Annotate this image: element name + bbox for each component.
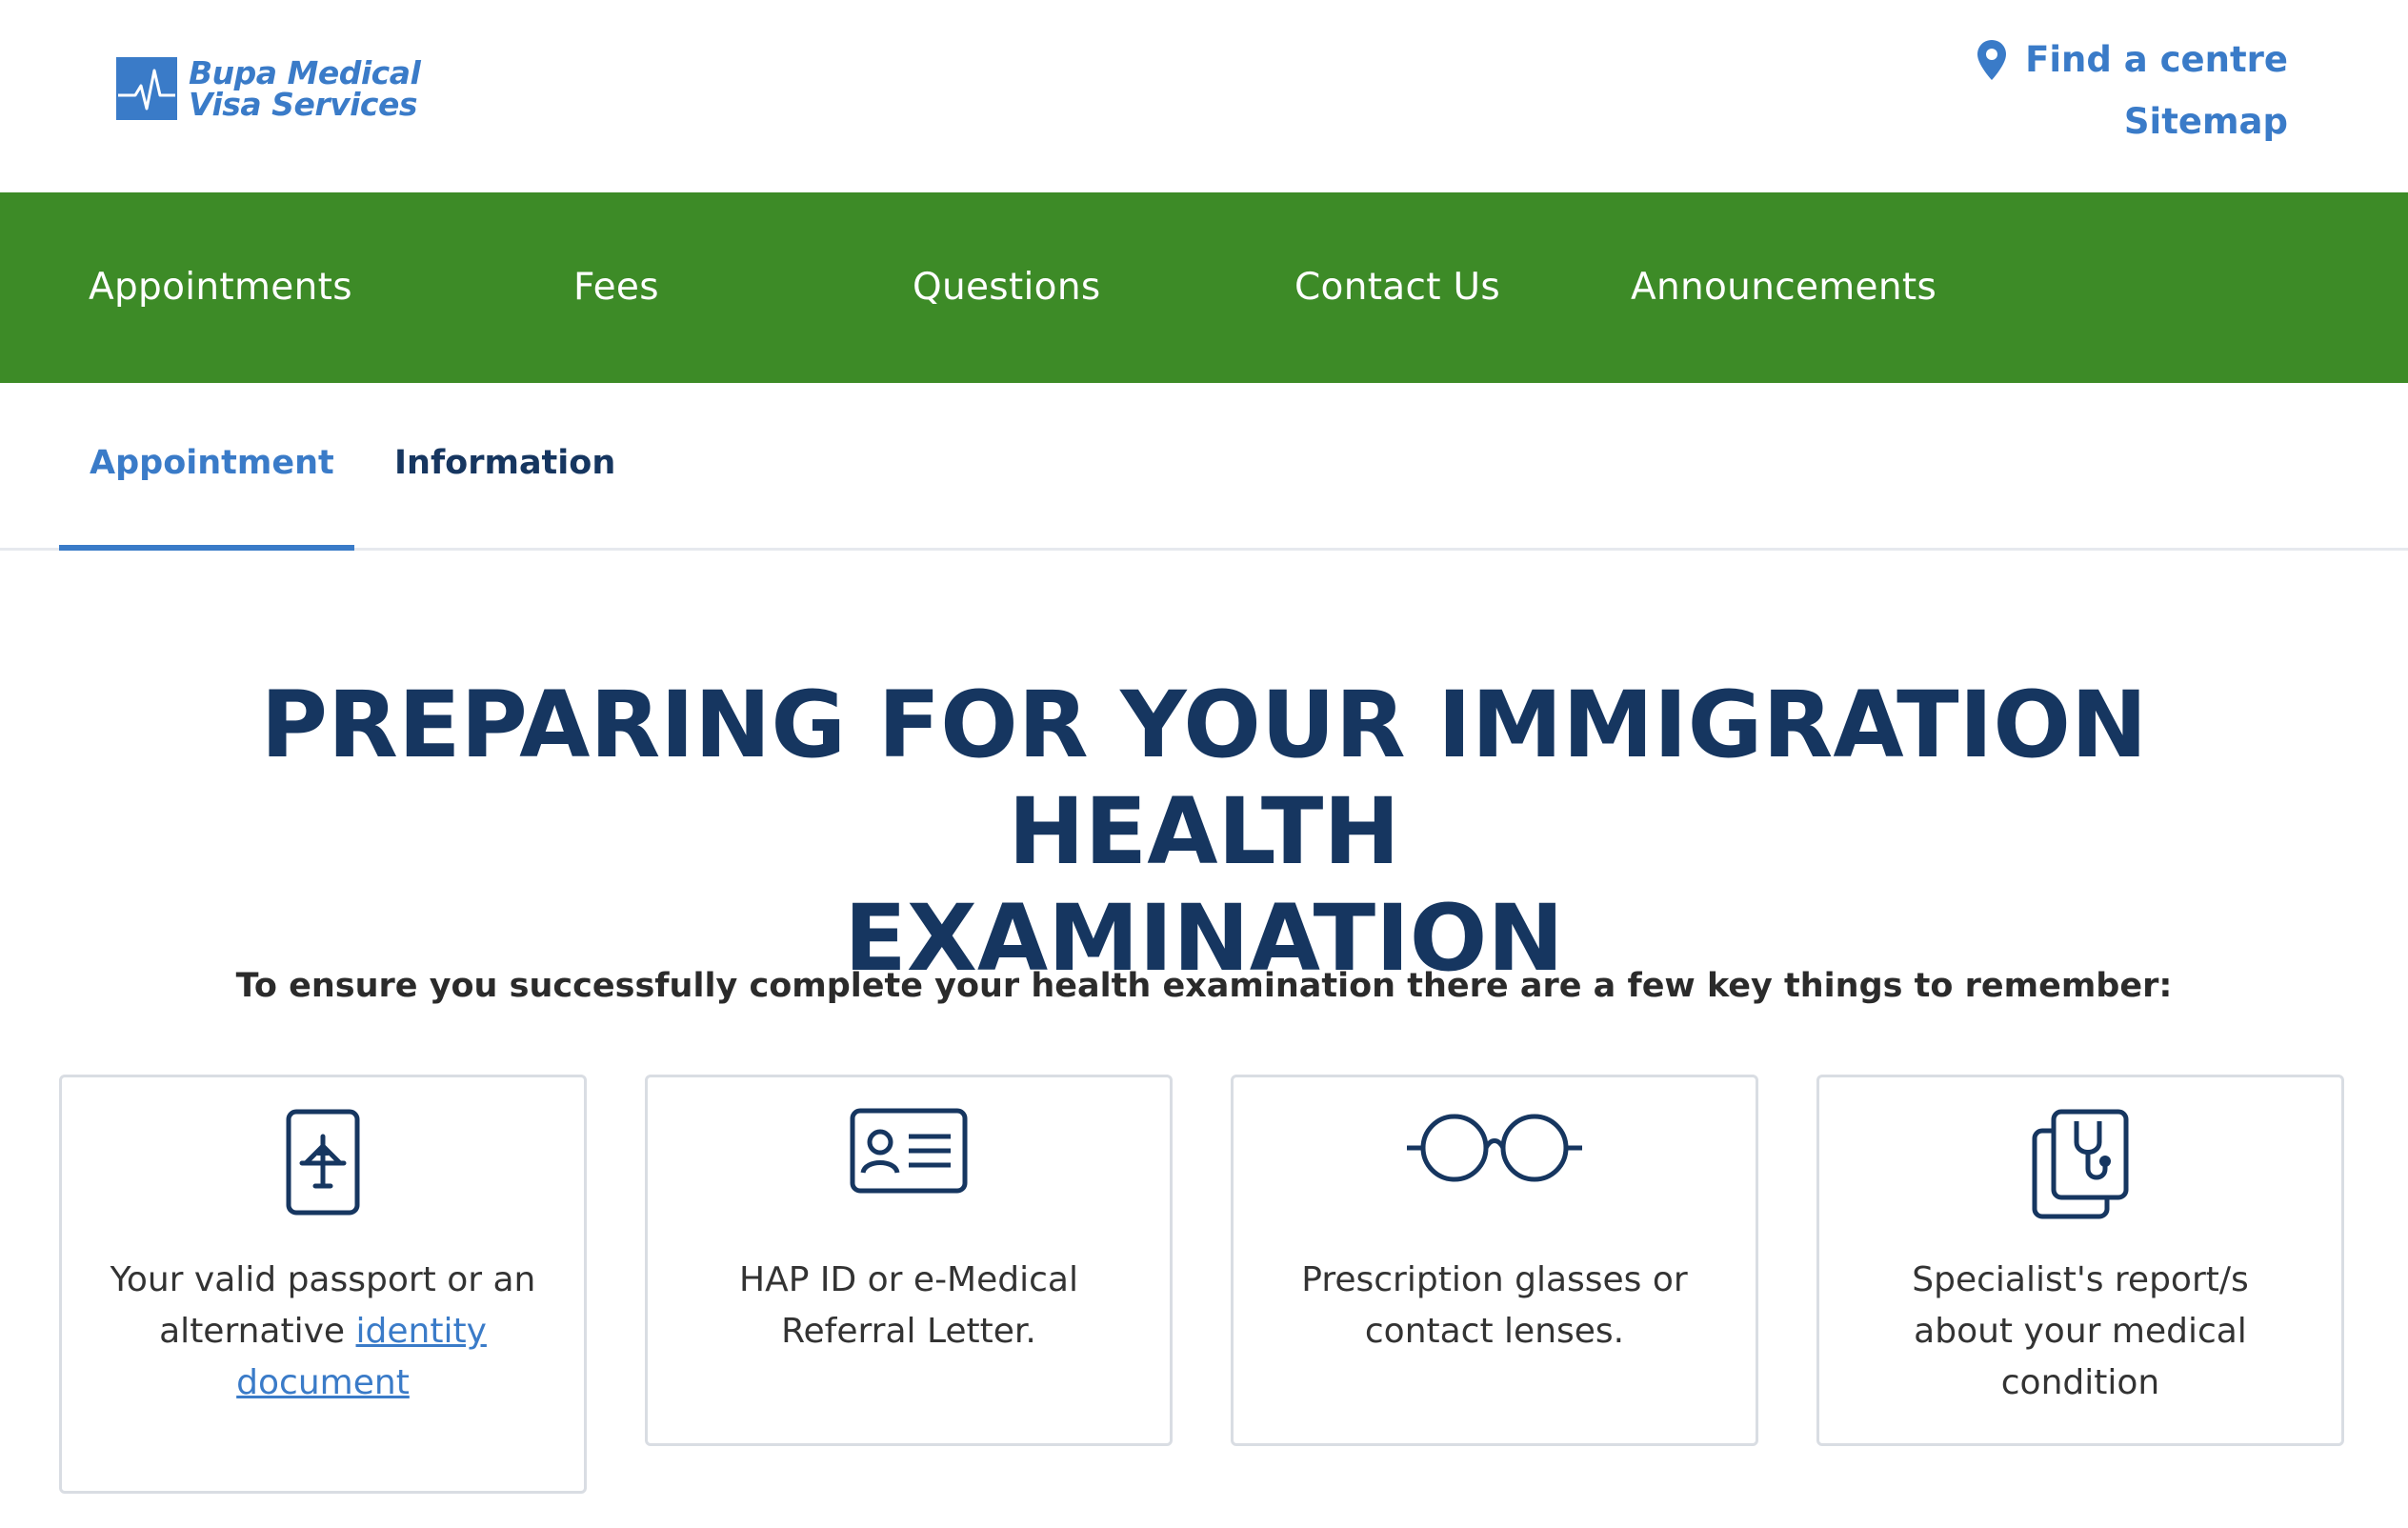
checklist-card-specialist: Specialist's report/s about your medical… <box>1816 1075 2344 1446</box>
card-glasses-text: Prescription glasses or contact lenses. <box>1301 1260 1688 1351</box>
nav-questions[interactable]: Questions <box>913 192 1100 383</box>
card-passport-text: Your valid passport or an alternative id… <box>62 1255 584 1409</box>
brand-name-line2: Visa Services <box>189 86 418 123</box>
tab-information[interactable]: Information <box>394 383 615 551</box>
heartbeat-logo-icon <box>116 57 177 120</box>
medical-report-icon <box>2032 1109 2129 1219</box>
site-header: Bupa Medical Visa Services Find a centre… <box>0 0 2408 192</box>
utility-links: Find a centre Sitemap <box>1976 38 2288 141</box>
main-navigation: Appointments Fees Questions Contact Us A… <box>0 192 2408 383</box>
id-card-icon <box>850 1108 968 1194</box>
card-hap-id-text: HAP ID or e-Medical Referral Letter. <box>739 1260 1078 1351</box>
page-title: PREPARING FOR YOUR IMMIGRATION HEALTH EX… <box>57 672 2351 992</box>
map-pin-icon <box>1977 40 2007 80</box>
tab-appointment[interactable]: Appointment <box>59 383 354 551</box>
checklist-card-hap-id: HAP ID or e-Medical Referral Letter. <box>645 1075 1173 1446</box>
brand-logo[interactable]: Bupa Medical Visa Services <box>116 57 421 123</box>
intro-text: To ensure you successfully complete your… <box>235 967 2173 1005</box>
brand-name: Bupa Medical Visa Services <box>189 57 421 123</box>
find-centre-label: Find a centre <box>2025 39 2288 80</box>
page-title-line1: PREPARING FOR YOUR IMMIGRATION HEALTH <box>260 672 2148 885</box>
passport-icon <box>286 1109 360 1216</box>
find-centre-link[interactable]: Find a centre <box>1976 38 2288 82</box>
nav-fees[interactable]: Fees <box>573 192 659 383</box>
checklist-card-passport: Your valid passport or an alternative id… <box>59 1075 587 1494</box>
nav-announcements[interactable]: Announcements <box>1631 192 1936 383</box>
checklist-card-glasses: Prescription glasses or contact lenses. <box>1231 1075 1758 1446</box>
nav-appointments[interactable]: Appointments <box>89 192 352 383</box>
card-specialist-text: Specialist's report/s about your medical… <box>1912 1260 2249 1402</box>
nav-contact-us[interactable]: Contact Us <box>1294 192 1500 383</box>
glasses-icon <box>1407 1114 1582 1182</box>
sub-tabs: Appointment Information <box>0 383 2408 551</box>
sitemap-link[interactable]: Sitemap <box>1976 103 2288 141</box>
